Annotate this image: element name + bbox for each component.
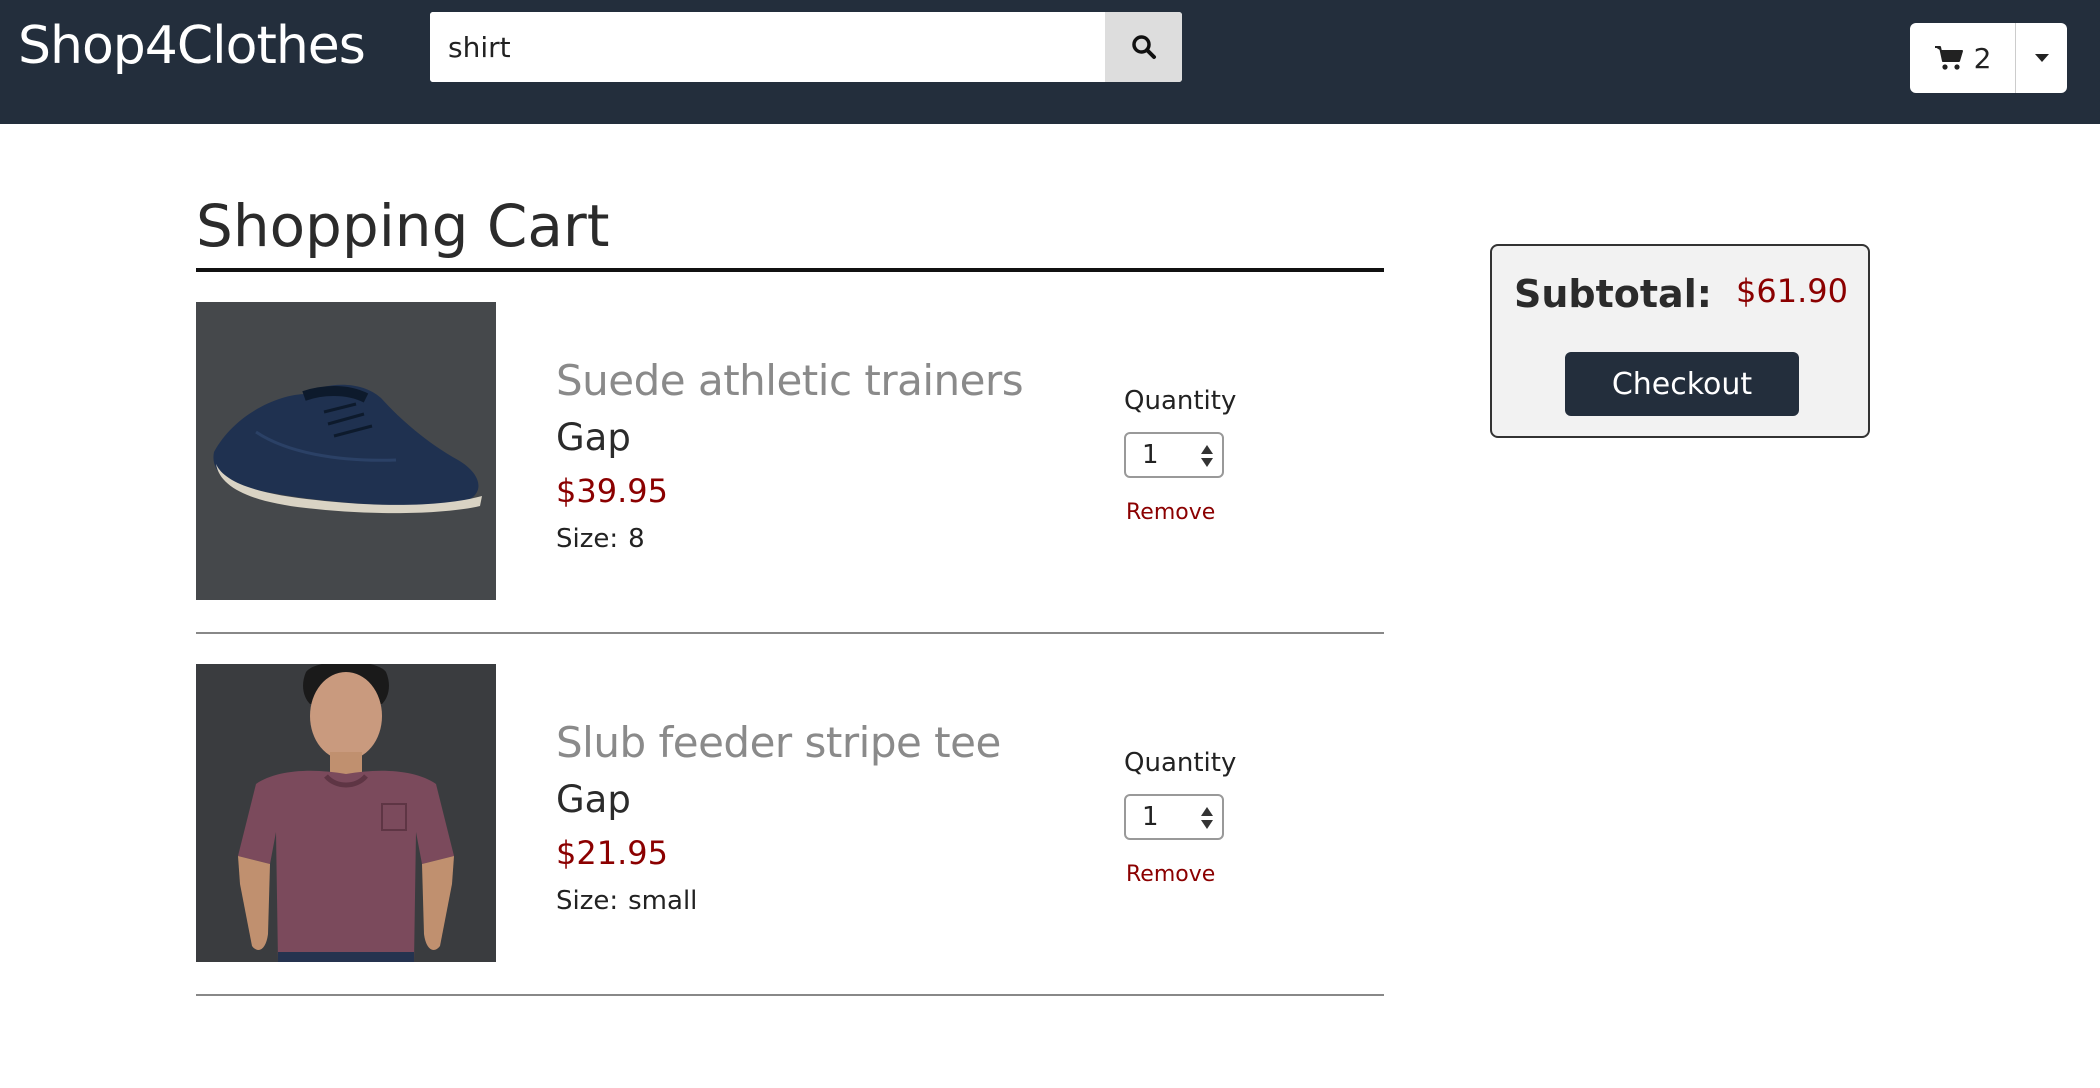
quantity-stepper[interactable]: 1	[1124, 432, 1224, 478]
search-bar	[430, 12, 1182, 82]
size-label: Size:	[556, 524, 619, 554]
quantity-label: Quantity	[1124, 748, 1237, 778]
shopping-cart-icon	[1934, 46, 1963, 70]
subtotal-value: $61.90	[1736, 272, 1848, 310]
stepper-arrows-icon[interactable]	[1200, 804, 1214, 832]
product-brand: Gap	[556, 416, 631, 459]
product-image-sneaker[interactable]	[196, 302, 496, 600]
cart-count: 2	[1973, 41, 1992, 75]
product-size: Size: small	[556, 886, 697, 916]
stepper-arrows-icon[interactable]	[1200, 442, 1214, 470]
remove-link[interactable]: Remove	[1126, 500, 1215, 525]
page-title: Shopping Cart	[196, 192, 610, 260]
product-size: Size: 8	[556, 524, 645, 554]
product-name[interactable]: Slub feeder stripe tee	[556, 718, 1001, 767]
item-divider	[196, 632, 1384, 634]
caret-down-icon	[2034, 54, 2049, 62]
search-icon	[1131, 35, 1156, 59]
product-price: $39.95	[556, 472, 668, 510]
cart-button[interactable]: 2	[1910, 23, 2016, 93]
subtotal-label: Subtotal:	[1514, 272, 1712, 316]
remove-link[interactable]: Remove	[1126, 862, 1215, 887]
checkout-button[interactable]: Checkout	[1565, 352, 1799, 416]
item-divider	[196, 994, 1384, 996]
size-value: small	[628, 886, 698, 916]
product-image-tee[interactable]	[196, 664, 496, 962]
top-navbar: Shop4Clothes 2	[0, 0, 2100, 124]
product-price: $21.95	[556, 834, 668, 872]
product-name[interactable]: Suede athletic trainers	[556, 356, 1024, 405]
brand-logo[interactable]: Shop4Clothes	[18, 16, 366, 76]
product-brand: Gap	[556, 778, 631, 821]
quantity-value: 1	[1142, 440, 1159, 470]
title-divider	[196, 268, 1384, 272]
quantity-value: 1	[1142, 802, 1159, 832]
size-label: Size:	[556, 886, 619, 916]
search-button[interactable]	[1105, 12, 1182, 82]
cart-button-group: 2	[1910, 23, 2067, 93]
cart-dropdown-toggle[interactable]	[2016, 23, 2067, 93]
cart-item: Slub feeder stripe tee Gap $21.95 Size: s…	[196, 664, 1384, 996]
search-input[interactable]	[430, 12, 1105, 82]
order-summary: Subtotal: $61.90 Checkout	[1490, 244, 1870, 438]
quantity-label: Quantity	[1124, 386, 1237, 416]
cart-item: Suede athletic trainers Gap $39.95 Size:…	[196, 302, 1384, 634]
size-value: 8	[628, 524, 645, 554]
quantity-stepper[interactable]: 1	[1124, 794, 1224, 840]
